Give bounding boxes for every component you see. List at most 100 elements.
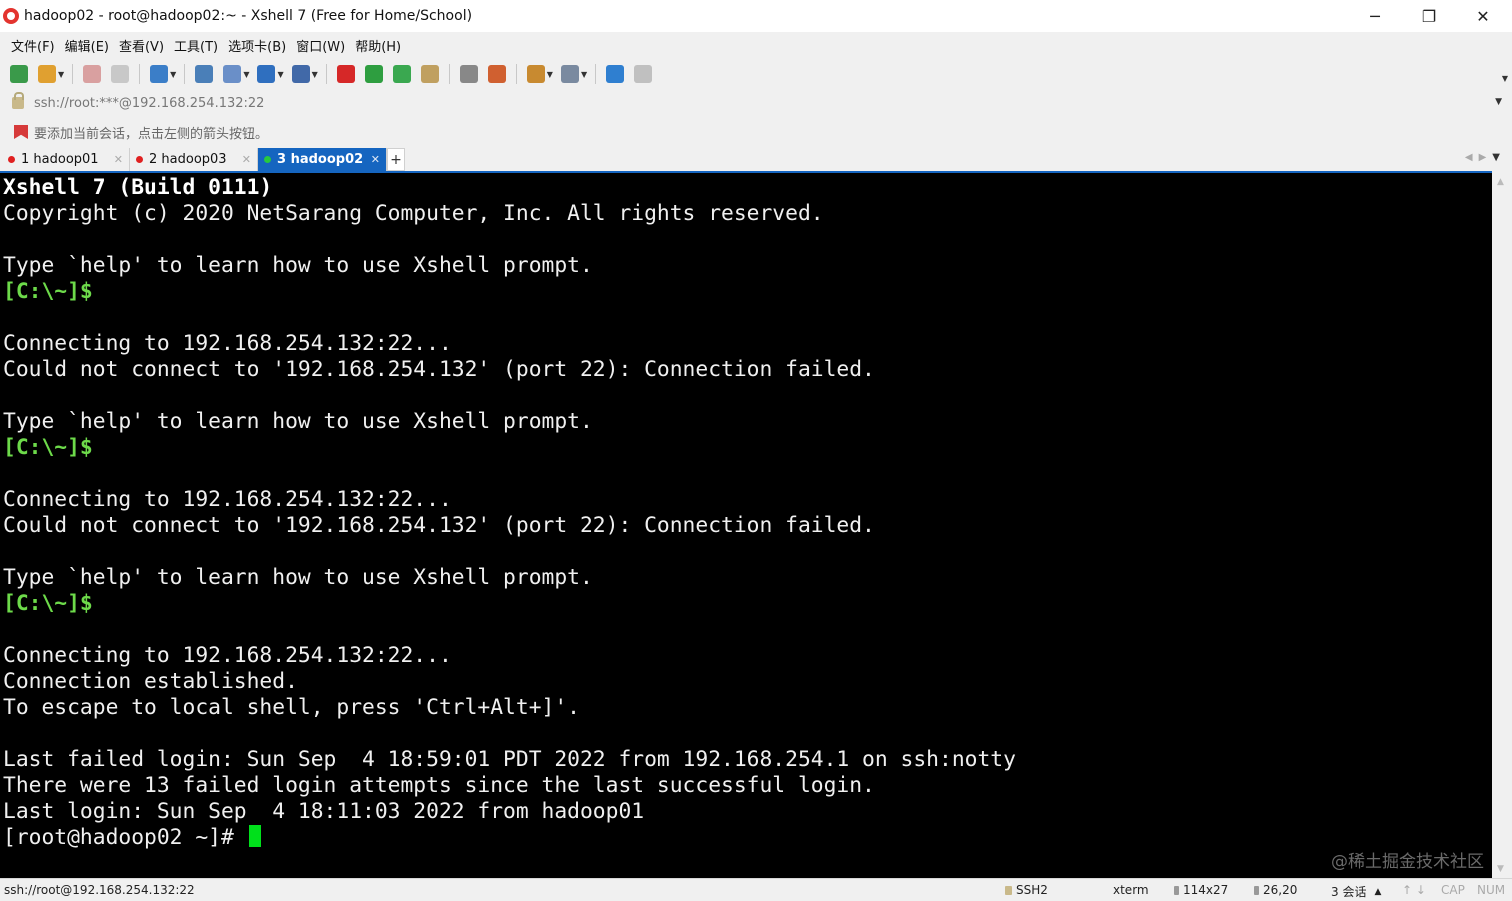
shell-prompt: [root@hadoop02 ~]# (3, 825, 247, 850)
menu-tabs[interactable]: 选项卡(B) (223, 36, 291, 55)
tab-status-dot-icon (136, 156, 143, 163)
tab-scroll-right-icon[interactable]: ▶ (1479, 152, 1493, 163)
tab-scroll-left-icon[interactable]: ◀ (1465, 152, 1479, 163)
status-cursor: 26,20 (1254, 883, 1297, 897)
toolbar-separator (595, 64, 597, 84)
terminal-prompt-line: [root@hadoop02 ~]# (3, 825, 1016, 851)
xshell-logo-icon (3, 8, 19, 24)
font-icon[interactable] (291, 65, 310, 83)
tab-close-icon[interactable]: ✕ (371, 153, 380, 166)
terminal-line: [C:\~]$ (3, 591, 93, 616)
close-button[interactable]: ✕ (1456, 0, 1510, 32)
tab-list-dropdown-icon[interactable]: ▼ (1492, 152, 1506, 163)
terminal-area[interactable]: Xshell 7 (Build 0111) Copyright (c) 2020 … (0, 171, 1492, 878)
xshell-window: hadoop02 - root@hadoop02:~ - Xshell 7 (F… (0, 0, 1512, 901)
toolbar-separator (515, 64, 517, 84)
terminal-line: Last failed login: Sun Sep 4 18:59:01 PD… (3, 747, 1016, 772)
tab-hadoop03[interactable]: 2 hadoop03 ✕ (130, 148, 258, 171)
title-bar: hadoop02 - root@hadoop02:~ - Xshell 7 (F… (0, 0, 1512, 32)
tab-bar: 1 hadoop01 ✕ 2 hadoop03 ✕ 3 hadoop02 ✕ +… (0, 147, 1512, 171)
address-dropdown-icon[interactable]: ▼ (1495, 97, 1502, 107)
address-bar[interactable]: ssh://root:***@192.168.254.132:22 ▼ (6, 90, 1506, 116)
highlight-icon[interactable] (487, 65, 506, 83)
status-caps: CAP (1441, 883, 1465, 897)
terminal-line: There were 13 failed login attempts sinc… (3, 773, 875, 798)
tab-status-dot-icon (8, 156, 15, 163)
tab-close-icon[interactable]: ✕ (114, 153, 123, 166)
xftp-green-icon[interactable] (364, 65, 383, 83)
toolbar-dropdown-icon[interactable]: ▼ (58, 70, 64, 79)
layout-icon[interactable] (560, 65, 579, 83)
find-icon[interactable] (195, 65, 214, 83)
status-sessions[interactable]: 3 会话 ▲ (1331, 883, 1381, 900)
terminal-line: To escape to local shell, press 'Ctrl+Al… (3, 695, 580, 720)
toolbar-dropdown-icon[interactable]: ▼ (277, 70, 283, 79)
cursor-position-icon (1254, 885, 1259, 895)
globe-icon[interactable] (257, 65, 276, 83)
tab-close-icon[interactable]: ✕ (242, 153, 251, 166)
xshell-red-icon[interactable] (336, 65, 355, 83)
address-input[interactable]: ssh://root:***@192.168.254.132:22 (34, 96, 264, 111)
terminal-line: Last login: Sun Sep 4 18:11:03 2022 from… (3, 799, 645, 824)
terminal-line: Could not connect to '192.168.254.132' (… (3, 357, 875, 382)
window-title: hadoop02 - root@hadoop02:~ - Xshell 7 (F… (24, 8, 473, 24)
toolbar-overflow-icon[interactable]: ▼ (1502, 74, 1508, 83)
toolbar-separator (184, 64, 186, 84)
terminal-line: Connecting to 192.168.254.132:22... (3, 487, 452, 512)
menu-edit[interactable]: 编辑(E) (60, 36, 114, 55)
keyboard-icon[interactable] (459, 65, 478, 83)
copy-session-icon[interactable] (150, 65, 169, 83)
status-cursor-text: 26,20 (1263, 883, 1298, 897)
open-folder-icon[interactable] (38, 65, 56, 83)
tab-hadoop01[interactable]: 1 hadoop01 ✕ (2, 148, 130, 171)
new-session-icon[interactable] (10, 65, 28, 83)
toolbar-dropdown-icon[interactable]: ▼ (170, 70, 176, 79)
terminal-line: Type `help' to learn how to use Xshell p… (3, 409, 593, 434)
script-icon[interactable] (526, 65, 545, 83)
terminal-output: Xshell 7 (Build 0111) Copyright (c) 2020 … (3, 175, 1016, 851)
restore-button[interactable]: ❐ (1402, 0, 1456, 32)
toolbar-dropdown-icon[interactable]: ▼ (243, 70, 249, 79)
session-hint-bar: 要添加当前会话，点击左侧的箭头按钮。 (0, 118, 1512, 146)
menu-help[interactable]: 帮助(H) (350, 36, 406, 55)
menu-bar: 文件(F) 编辑(E) 查看(V) 工具(T) 选项卡(B) 窗口(W) 帮助(… (0, 32, 1512, 58)
toolbar-dropdown-icon[interactable]: ▼ (581, 70, 587, 79)
chat-icon[interactable] (634, 65, 653, 83)
disconnect-icon[interactable] (83, 65, 102, 83)
tab-label: 2 hadoop03 (149, 152, 227, 167)
toolbar-separator (139, 64, 141, 84)
help-icon[interactable] (606, 65, 625, 83)
toolbar-separator (448, 64, 450, 84)
scroll-down-icon[interactable]: ▼ (1497, 864, 1504, 874)
new-tab-button[interactable]: + (387, 148, 405, 171)
menu-window[interactable]: 窗口(W) (291, 36, 350, 55)
tab-hadoop02[interactable]: 3 hadoop02 ✕ (258, 148, 387, 171)
toolbar-dropdown-icon[interactable]: ▼ (312, 70, 318, 79)
reconnect-icon[interactable] (111, 65, 130, 83)
status-protocol-text: SSH2 (1016, 883, 1048, 897)
minimize-button[interactable]: ─ (1348, 0, 1402, 32)
status-size-text: 114x27 (1183, 883, 1229, 897)
scroll-up-icon[interactable]: ▲ (1497, 177, 1504, 187)
tab-label: 3 hadoop02 (277, 152, 364, 167)
lock-toolbar-icon[interactable] (420, 65, 439, 83)
menu-tools[interactable]: 工具(T) (169, 36, 223, 55)
status-protocol: SSH2 (1005, 883, 1048, 897)
toolbar-dropdown-icon[interactable]: ▼ (547, 70, 553, 79)
add-session-arrow-icon[interactable] (14, 125, 28, 139)
fullscreen-icon[interactable] (392, 65, 411, 83)
resize-icon (1174, 885, 1179, 895)
menu-view[interactable]: 查看(V) (114, 36, 169, 55)
transfer-arrows-icon: ↑ ↓ (1402, 883, 1426, 897)
terminal-line: Connecting to 192.168.254.132:22... (3, 331, 452, 356)
terminal-scrollbar[interactable]: ▲ ▼ (1492, 171, 1512, 878)
transfer-icon[interactable] (223, 65, 242, 83)
sessions-expand-icon[interactable]: ▲ (1374, 887, 1381, 897)
terminal-line: Connection established. (3, 669, 298, 694)
tab-status-dot-icon (264, 156, 271, 163)
menu-file[interactable]: 文件(F) (6, 36, 60, 55)
